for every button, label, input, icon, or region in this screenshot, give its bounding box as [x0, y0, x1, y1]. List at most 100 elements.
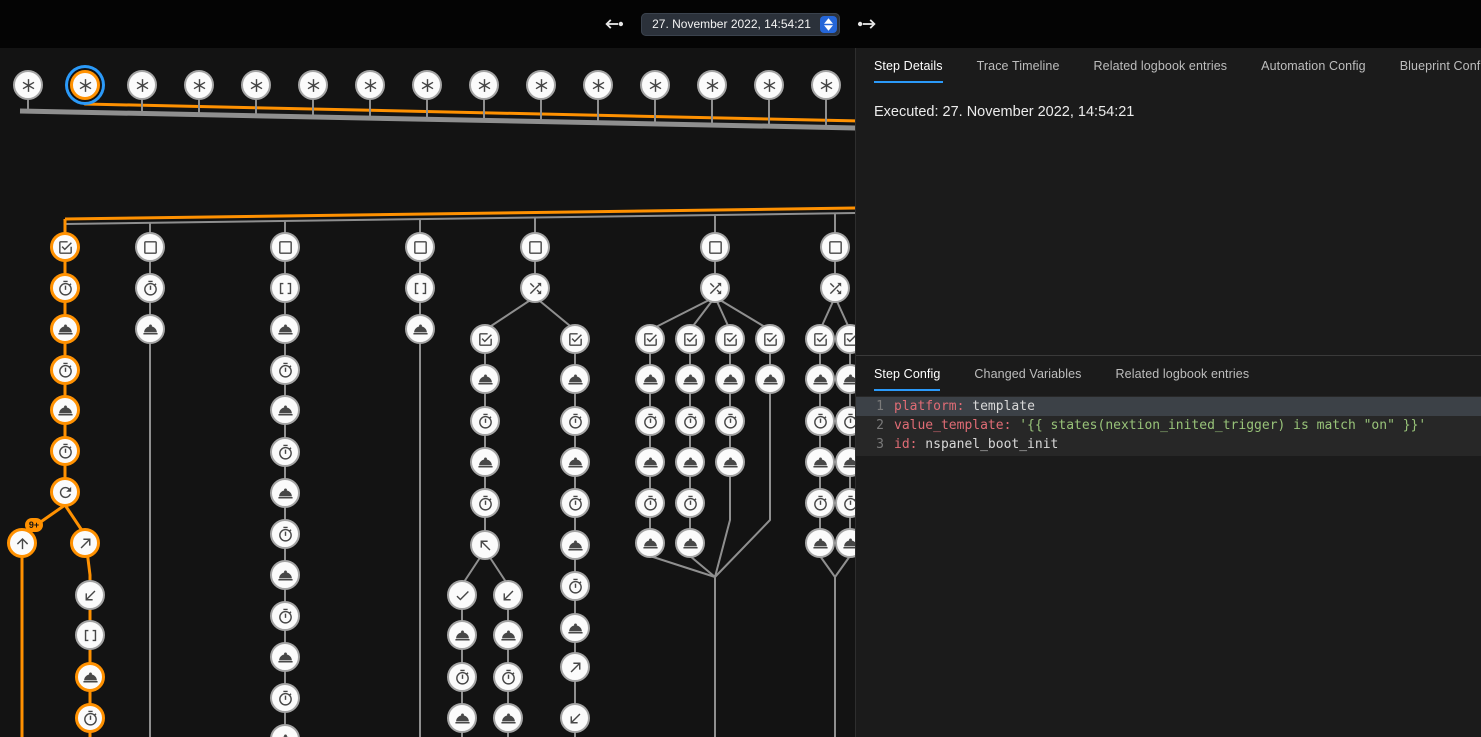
tab-blueprint-config[interactable]: Blueprint Config — [1400, 59, 1481, 83]
node-brackets[interactable] — [405, 273, 435, 303]
tab-step-details[interactable]: Step Details — [874, 59, 943, 83]
tab-step-config[interactable]: Step Config — [874, 367, 940, 391]
node-service[interactable] — [135, 314, 165, 344]
node-repeat[interactable] — [50, 477, 80, 507]
node-arrow-top-right[interactable] — [560, 652, 590, 682]
node-service[interactable] — [715, 447, 745, 477]
node-service[interactable] — [470, 364, 500, 394]
node-delay[interactable] — [470, 488, 500, 518]
node-square[interactable] — [270, 232, 300, 262]
node-service[interactable] — [75, 662, 105, 692]
node-asterisk[interactable] — [754, 70, 784, 100]
node-service[interactable] — [270, 395, 300, 425]
node-service[interactable] — [635, 528, 665, 558]
node-delay[interactable] — [135, 273, 165, 303]
tab-related-logbook-entries[interactable]: Related logbook entries — [1094, 59, 1228, 83]
tab-related-logbook-entries[interactable]: Related logbook entries — [1116, 367, 1250, 391]
tab-automation-config[interactable]: Automation Config — [1261, 59, 1366, 83]
node-delay[interactable] — [50, 436, 80, 466]
node-service[interactable] — [805, 447, 835, 477]
node-service[interactable] — [560, 364, 590, 394]
previous-run-icon[interactable] — [603, 13, 625, 35]
node-square[interactable] — [820, 232, 850, 262]
node-delay[interactable] — [635, 406, 665, 436]
node-service[interactable] — [560, 613, 590, 643]
node-delay[interactable] — [560, 406, 590, 436]
node-service[interactable] — [560, 530, 590, 560]
node-arrow-bottom-left[interactable] — [493, 580, 523, 610]
node-condition[interactable] — [805, 324, 835, 354]
node-condition[interactable] — [755, 324, 785, 354]
node-square[interactable] — [520, 232, 550, 262]
node-square[interactable] — [700, 232, 730, 262]
node-delay[interactable] — [675, 406, 705, 436]
node-arrow-top-right[interactable] — [70, 528, 100, 558]
node-condition[interactable] — [675, 324, 705, 354]
node-square[interactable] — [135, 232, 165, 262]
node-choose[interactable] — [520, 273, 550, 303]
node-service[interactable] — [270, 478, 300, 508]
node-delay[interactable] — [50, 355, 80, 385]
node-asterisk[interactable] — [469, 70, 499, 100]
node-service[interactable] — [50, 314, 80, 344]
node-choose[interactable] — [820, 273, 850, 303]
node-service[interactable] — [50, 395, 80, 425]
node-delay[interactable] — [675, 488, 705, 518]
node-square[interactable] — [405, 232, 435, 262]
node-service[interactable] — [635, 447, 665, 477]
node-check[interactable] — [447, 580, 477, 610]
node-asterisk[interactable] — [526, 70, 556, 100]
run-selector[interactable]: 27. November 2022, 14:54:21 — [641, 13, 840, 36]
node-asterisk[interactable] — [298, 70, 328, 100]
node-delay[interactable] — [560, 571, 590, 601]
node-service[interactable] — [805, 364, 835, 394]
node-service[interactable] — [270, 560, 300, 590]
node-delay[interactable] — [560, 488, 590, 518]
node-delay[interactable] — [270, 437, 300, 467]
node-service[interactable] — [805, 528, 835, 558]
node-condition[interactable] — [470, 324, 500, 354]
node-service[interactable] — [270, 314, 300, 344]
node-asterisk[interactable] — [241, 70, 271, 100]
node-delay[interactable] — [493, 662, 523, 692]
node-arrow-up[interactable]: 9+ — [7, 528, 37, 558]
node-choose[interactable] — [700, 273, 730, 303]
node-asterisk[interactable] — [70, 70, 100, 100]
node-delay[interactable] — [270, 355, 300, 385]
node-asterisk[interactable] — [127, 70, 157, 100]
node-delay[interactable] — [715, 406, 745, 436]
node-condition[interactable] — [715, 324, 745, 354]
node-service[interactable] — [447, 620, 477, 650]
node-service[interactable] — [493, 620, 523, 650]
node-delay[interactable] — [635, 488, 665, 518]
node-delay[interactable] — [805, 406, 835, 436]
node-condition[interactable] — [50, 232, 80, 262]
node-asterisk[interactable] — [13, 70, 43, 100]
node-delay[interactable] — [50, 273, 80, 303]
node-service[interactable] — [675, 447, 705, 477]
node-condition[interactable] — [560, 324, 590, 354]
node-brackets[interactable] — [270, 273, 300, 303]
node-condition[interactable] — [635, 324, 665, 354]
node-service[interactable] — [560, 447, 590, 477]
node-service[interactable] — [493, 703, 523, 733]
node-service[interactable] — [470, 447, 500, 477]
node-asterisk[interactable] — [640, 70, 670, 100]
node-asterisk[interactable] — [184, 70, 214, 100]
node-delay[interactable] — [447, 662, 477, 692]
node-asterisk[interactable] — [412, 70, 442, 100]
node-service[interactable] — [755, 364, 785, 394]
node-brackets[interactable] — [75, 620, 105, 650]
node-asterisk[interactable] — [811, 70, 841, 100]
node-service[interactable] — [405, 314, 435, 344]
node-arrow-bottom-left[interactable] — [560, 703, 590, 733]
node-delay[interactable] — [270, 601, 300, 631]
node-arrow-top-left[interactable] — [470, 530, 500, 560]
tab-changed-variables[interactable]: Changed Variables — [974, 367, 1081, 391]
node-service[interactable] — [675, 364, 705, 394]
node-arrow-bottom-left[interactable] — [75, 580, 105, 610]
node-service[interactable] — [270, 642, 300, 672]
node-service[interactable] — [715, 364, 745, 394]
node-asterisk[interactable] — [355, 70, 385, 100]
node-asterisk[interactable] — [583, 70, 613, 100]
